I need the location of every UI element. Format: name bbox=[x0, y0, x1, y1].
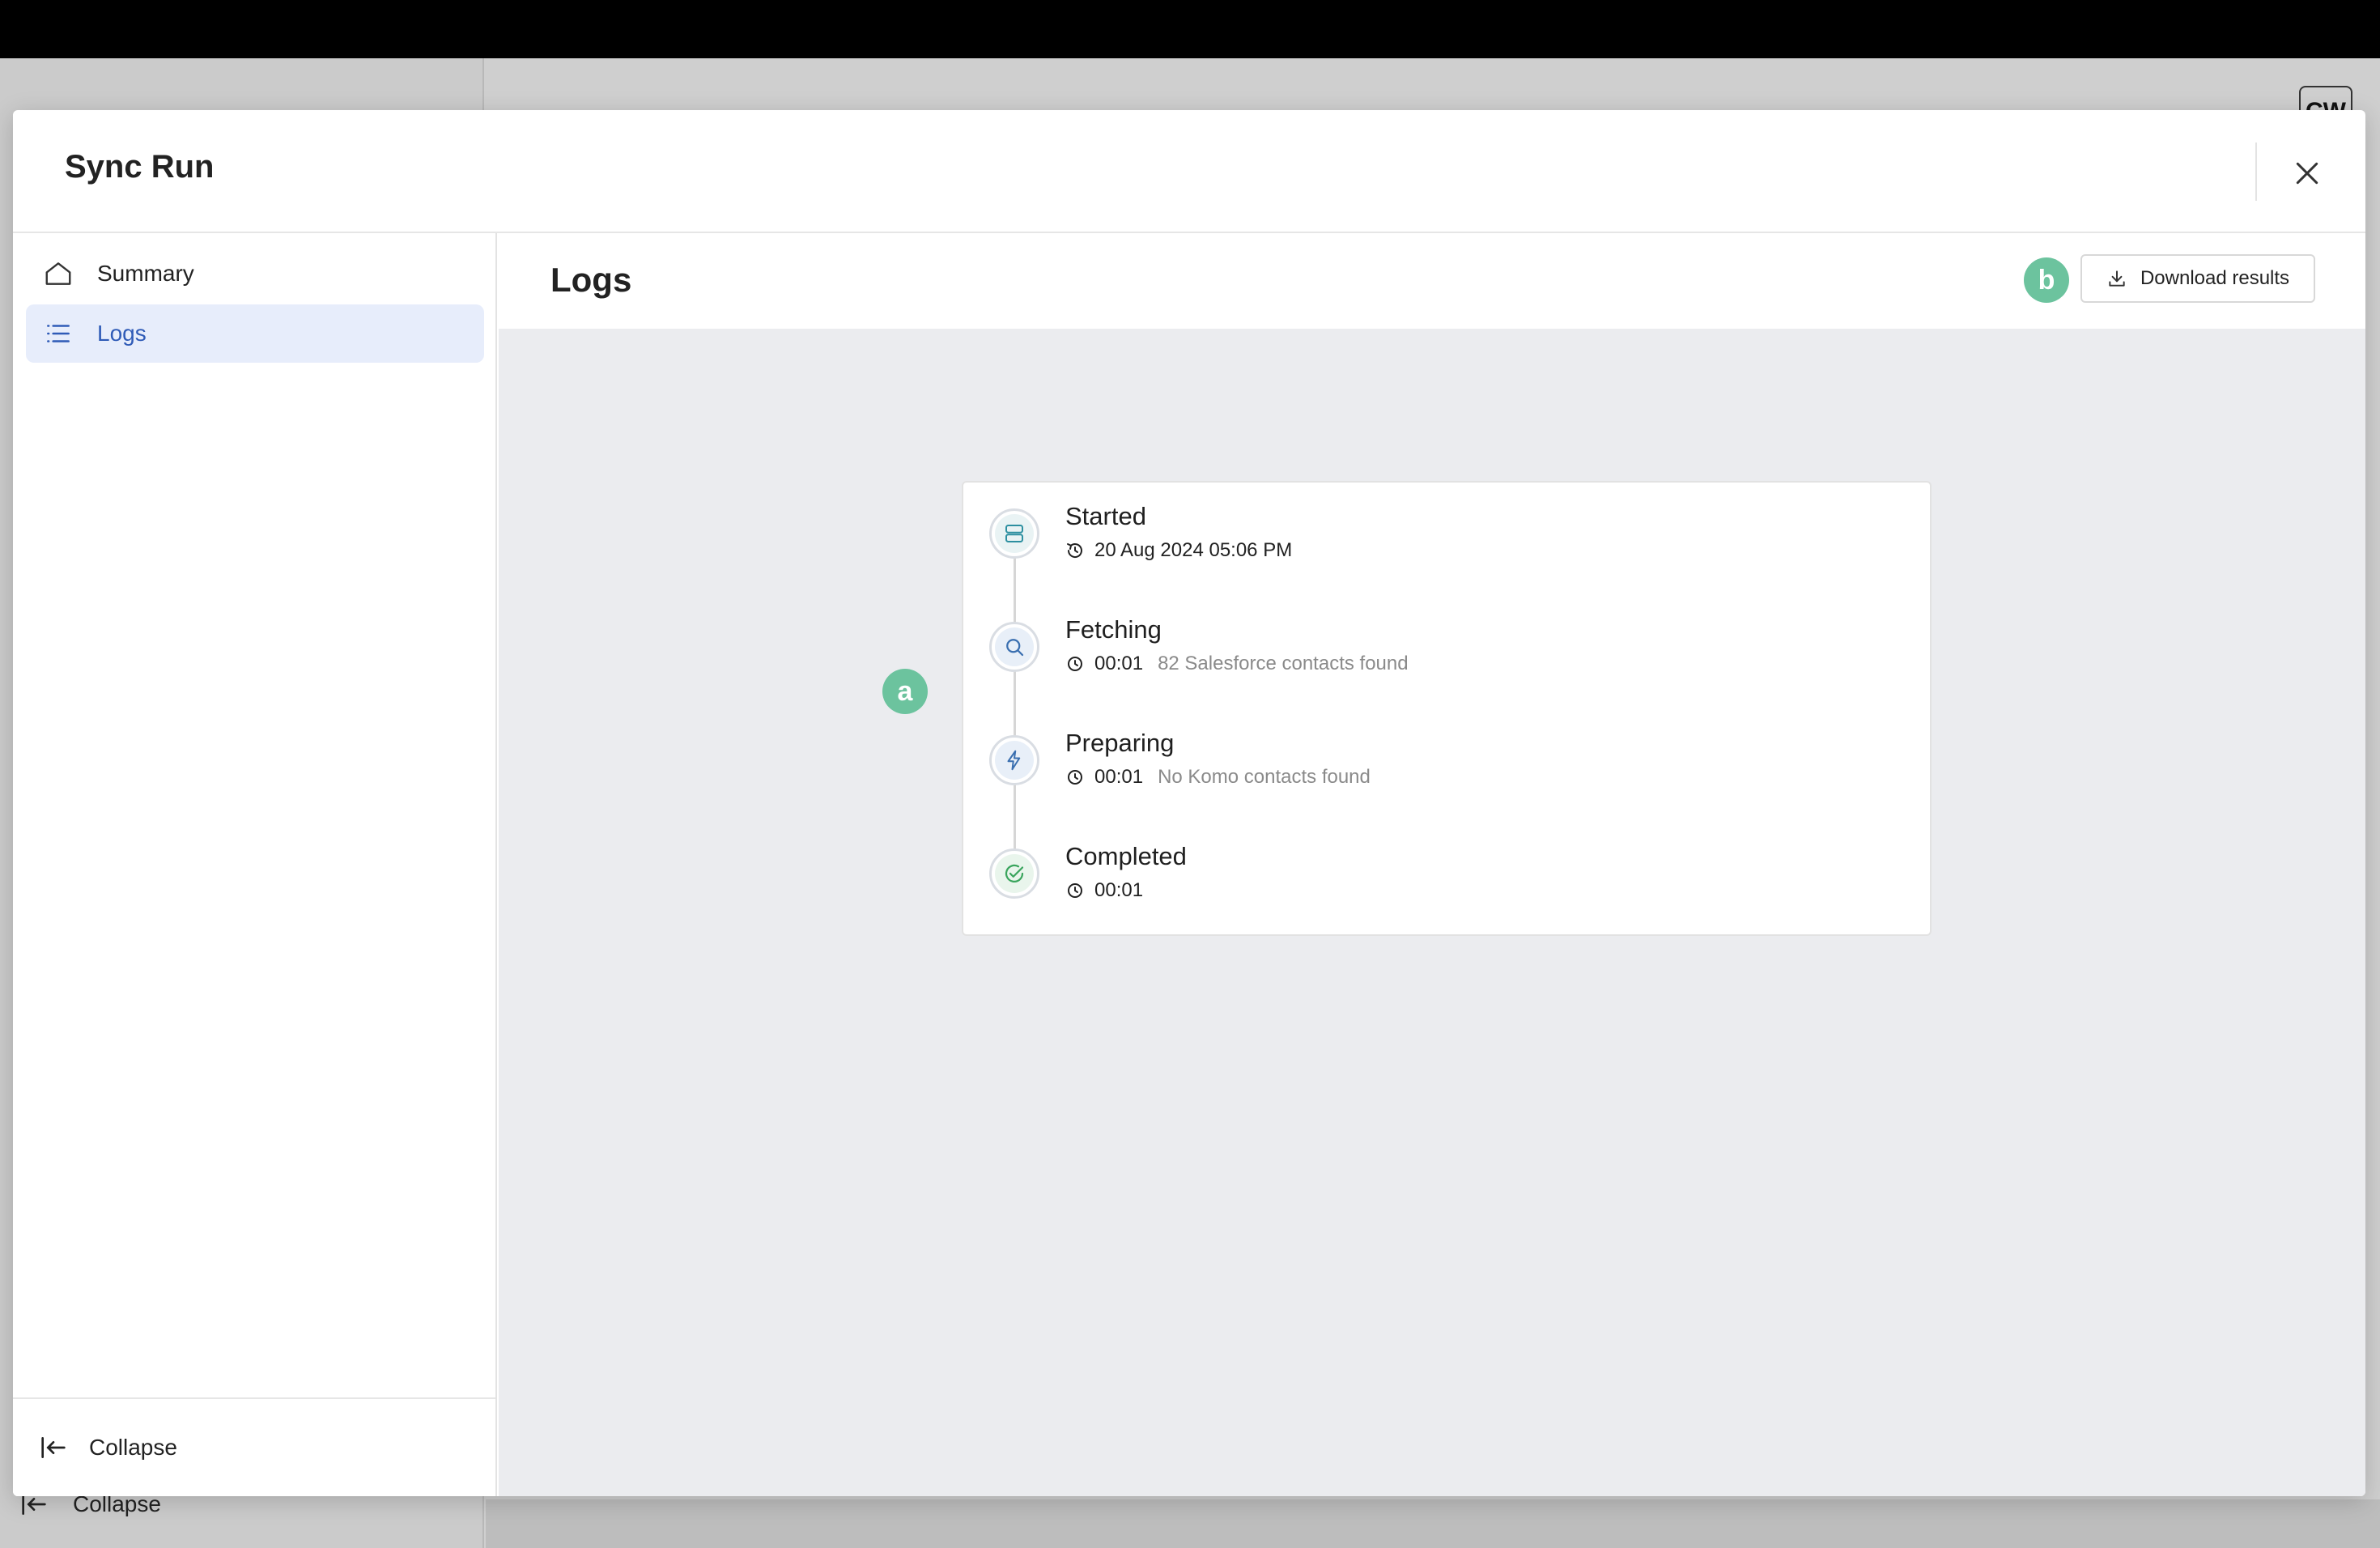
download-icon bbox=[2109, 270, 2125, 287]
clock-history-icon bbox=[1067, 543, 1082, 558]
sync-run-modal: Sync Run Summary Logs Collapse Logs b Do… bbox=[13, 110, 2365, 1496]
step-title: Fetching bbox=[1065, 615, 1162, 644]
home-icon bbox=[42, 257, 74, 290]
step-time: 20 Aug 2024 05:06 PM bbox=[1094, 539, 1293, 561]
collapse-label: Collapse bbox=[89, 1435, 177, 1460]
step-note: 82 Salesforce contacts found bbox=[1158, 653, 1409, 674]
background-main bbox=[486, 1499, 2380, 1548]
modal-sidebar: Summary Logs Collapse bbox=[13, 233, 497, 1496]
download-results-button[interactable]: Download results bbox=[2080, 254, 2315, 303]
clock-icon bbox=[1068, 770, 1082, 785]
step-meta: 00:01 82 Salesforce contacts found bbox=[1065, 653, 1409, 675]
bolt-icon bbox=[1007, 750, 1021, 771]
collapse-button[interactable]: Collapse bbox=[37, 1431, 177, 1464]
logs-header: Logs b Download results bbox=[499, 233, 2365, 329]
log-step-started: Started 20 Aug 2024 05:06 PM bbox=[988, 502, 1910, 589]
search-icon bbox=[1006, 639, 1024, 657]
step-time: 00:01 bbox=[1094, 879, 1144, 901]
step-time: 00:01 bbox=[1094, 653, 1144, 674]
step-title: Preparing bbox=[1065, 729, 1175, 757]
log-step-preparing: Preparing 00:01 No Komo contacts found bbox=[988, 729, 1910, 816]
step-note: No Komo contacts found bbox=[1158, 766, 1371, 788]
download-results-label: Download results bbox=[2140, 267, 2290, 289]
check-circle-icon bbox=[1005, 864, 1024, 883]
log-step-completed: Completed 00:01 bbox=[988, 842, 1910, 929]
step-title: Completed bbox=[1065, 842, 1187, 870]
sidebar-item-label: Logs bbox=[97, 321, 147, 346]
clock-icon bbox=[1068, 883, 1082, 898]
sidebar-footer: Collapse bbox=[13, 1397, 495, 1496]
page-title: Logs bbox=[550, 261, 632, 299]
sidebar-item-label: Summary bbox=[97, 261, 194, 286]
server-icon bbox=[1005, 525, 1023, 542]
log-timeline-card: Started 20 Aug 2024 05:06 PM Fetching 00… bbox=[962, 481, 1932, 936]
step-meta: 00:01 bbox=[1065, 879, 1143, 902]
annotation-badge-a: a bbox=[882, 669, 928, 714]
step-time: 00:01 bbox=[1094, 766, 1144, 788]
step-meta: 20 Aug 2024 05:06 PM bbox=[1065, 539, 1292, 562]
top-bar bbox=[0, 0, 2380, 58]
header-divider bbox=[2255, 142, 2257, 201]
step-title: Started bbox=[1065, 502, 1146, 530]
close-icon bbox=[2296, 162, 2318, 185]
clock-icon bbox=[1068, 657, 1082, 671]
list-icon bbox=[42, 317, 74, 350]
close-button[interactable] bbox=[2284, 151, 2330, 196]
step-meta: 00:01 No Komo contacts found bbox=[1065, 766, 1371, 789]
annotation-badge-b: b bbox=[2024, 257, 2069, 303]
collapse-icon bbox=[41, 1437, 66, 1458]
sidebar-item-logs[interactable]: Logs bbox=[26, 304, 484, 363]
modal-header: Sync Run bbox=[13, 110, 2365, 233]
log-step-fetching: Fetching 00:01 82 Salesforce contacts fo… bbox=[988, 615, 1910, 703]
modal-title: Sync Run bbox=[65, 149, 215, 185]
logs-panel: Logs b Download results a Started 20 Aug… bbox=[499, 233, 2365, 1496]
sidebar-item-summary[interactable]: Summary bbox=[26, 245, 484, 303]
